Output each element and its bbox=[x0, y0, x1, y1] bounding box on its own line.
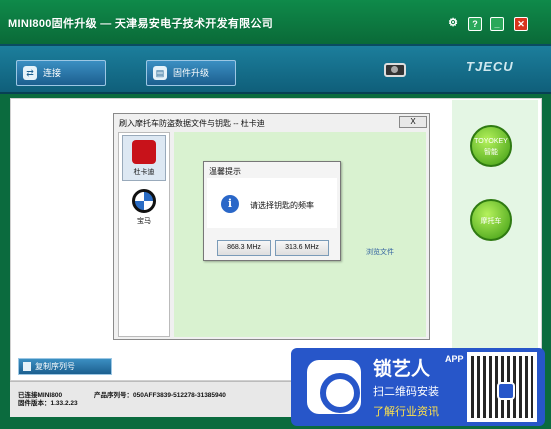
connect-button[interactable]: ⇄ 连接 bbox=[16, 60, 106, 86]
firmware-upgrade-button[interactable]: ▤ 固件升级 bbox=[146, 60, 236, 86]
info-icon: i bbox=[221, 195, 239, 213]
upgrade-label: 固件升级 bbox=[173, 68, 210, 78]
ad-info-text: 了解行业资讯 bbox=[373, 406, 439, 418]
dialog-close-button[interactable]: X bbox=[399, 116, 427, 128]
ad-overlay[interactable]: 锁艺人 APP 扫二维码安装 了解行业资讯 bbox=[291, 348, 545, 426]
help-button[interactable]: ? bbox=[468, 17, 482, 31]
ad-scan-text: 扫二维码安装 bbox=[373, 386, 439, 398]
msgbox-text: 请选择钥匙的频率 bbox=[250, 201, 314, 210]
gear-icon[interactable]: ⚙ bbox=[446, 17, 460, 31]
upgrade-icon: ▤ bbox=[153, 66, 167, 80]
minimize-button[interactable]: _ bbox=[490, 17, 504, 31]
ad-app-logo-icon bbox=[307, 360, 361, 414]
connect-icon: ⇄ bbox=[23, 66, 37, 80]
ad-app-tag: APP bbox=[445, 354, 464, 364]
brand-label: 杜卡迪 bbox=[133, 169, 155, 176]
freq-313-button[interactable]: 313.6 MHz bbox=[275, 240, 329, 256]
close-button[interactable]: ✕ bbox=[514, 17, 528, 31]
qr-code-icon bbox=[467, 352, 537, 422]
title-bar: MINI800固件升级 — 天津易安电子技术开发有限公司 ⚙ ? _ ✕ bbox=[0, 0, 551, 44]
msgbox-body: i 请选择钥匙的频率 bbox=[207, 178, 337, 228]
dialog-title: 刷入摩托车防盗数据文件与钥匙 -- 杜卡迪 bbox=[119, 119, 265, 128]
ad-name: 锁艺人 bbox=[373, 359, 431, 380]
brand-item-ducati[interactable]: 杜卡迪 bbox=[122, 135, 166, 181]
product-serial-value: 050AFF3839-512278-31385940 bbox=[133, 392, 226, 399]
app-title: MINI800固件升级 — 天津易安电子技术开发有限公司 bbox=[8, 18, 274, 30]
bmw-logo-icon bbox=[132, 189, 156, 213]
brand-item-bmw[interactable]: 宝马 bbox=[122, 185, 166, 231]
product-serial: 产品序列号：050AFF3839-512278-31385940 bbox=[94, 389, 226, 399]
product-serial-label: 产品序列号： bbox=[94, 392, 133, 399]
toyokey-button[interactable]: TOYOKEY 智能 bbox=[470, 125, 512, 167]
browse-file-link[interactable]: 浏览文件 bbox=[366, 247, 394, 257]
freq-868-button[interactable]: 868.3 MHz bbox=[217, 240, 271, 256]
connect-label: 连接 bbox=[43, 68, 62, 78]
copy-serial-button[interactable]: 复制序列号 bbox=[18, 358, 112, 375]
msgbox-title: 温馨提示 bbox=[209, 167, 241, 176]
brand-logo: TJECU bbox=[466, 59, 514, 74]
brand-list: 杜卡迪 宝马 bbox=[118, 132, 170, 337]
frequency-message-box: 温馨提示 i 请选择钥匙的频率 868.3 MHz 313.6 MHz bbox=[203, 161, 341, 261]
camera-icon[interactable] bbox=[384, 63, 406, 77]
ducati-logo-icon bbox=[132, 140, 156, 164]
firmware-version: 固件版本：1.33.2.23 bbox=[18, 400, 78, 407]
motorcycle-button[interactable]: 摩托车 bbox=[470, 199, 512, 241]
brand-label: 宝马 bbox=[137, 218, 151, 225]
